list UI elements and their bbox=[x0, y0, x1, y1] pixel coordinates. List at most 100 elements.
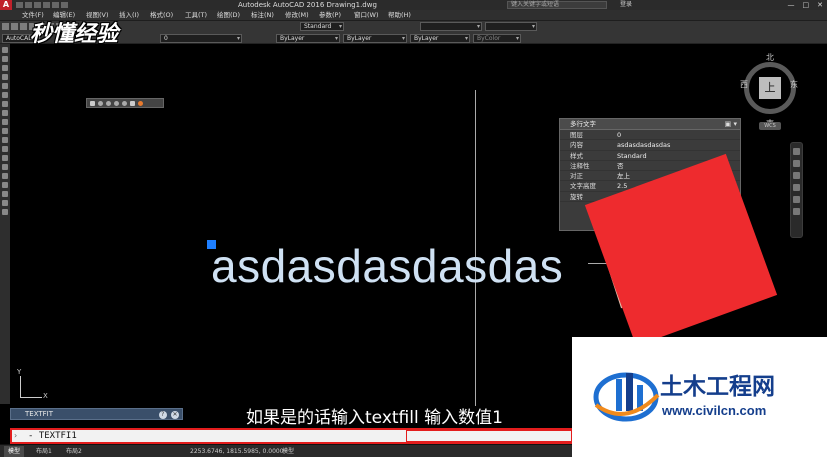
plotstyle-select[interactable]: ByColor bbox=[473, 34, 521, 43]
multiline-text-icon[interactable] bbox=[2, 209, 8, 215]
make-block-icon[interactable] bbox=[2, 155, 8, 161]
wcs-menu-button[interactable]: WCS bbox=[759, 122, 781, 130]
menu-edit[interactable]: 编辑(E) bbox=[53, 10, 75, 21]
undo-icon[interactable] bbox=[52, 2, 59, 8]
compass-north[interactable]: 北 bbox=[766, 52, 774, 63]
layer-on-icon[interactable] bbox=[98, 100, 103, 106]
command-head-buttons: ? ✕ bbox=[157, 409, 179, 419]
menu-format[interactable]: 格式(O) bbox=[150, 10, 173, 21]
layer-color-icon[interactable] bbox=[122, 100, 127, 106]
arc-icon[interactable] bbox=[2, 92, 8, 98]
compass-east[interactable]: 东 bbox=[790, 79, 798, 90]
command-history-title[interactable]: TEXTFIT ? ✕ bbox=[10, 408, 183, 420]
construction-line-icon[interactable] bbox=[2, 56, 8, 62]
ucs-icon: Y X bbox=[16, 368, 56, 402]
watermark-logo-top: 秒懂经验 bbox=[30, 22, 119, 47]
layer-state-icon[interactable] bbox=[90, 100, 95, 106]
quick-properties-title[interactable]: 多行文字 ▣ ▾ bbox=[560, 119, 740, 130]
save-icon[interactable] bbox=[34, 2, 41, 8]
line-tool-icon[interactable] bbox=[2, 47, 8, 53]
menu-window[interactable]: 窗口(W) bbox=[354, 10, 379, 21]
watermark-logo-box: 土木工程网 www.civilcn.com bbox=[572, 337, 827, 457]
search-input[interactable]: 键入关键字或短语 bbox=[507, 1, 607, 9]
coordinate-readout: 2253.6746, 1815.5985, 0.0000 bbox=[190, 448, 284, 455]
compass-west[interactable]: 西 bbox=[740, 79, 748, 90]
zoom-icon[interactable] bbox=[793, 172, 800, 179]
standard-toolbar: Standard bbox=[0, 21, 827, 33]
watermark-site-url: www.civilcn.com bbox=[662, 403, 767, 418]
maximize-button[interactable]: □ bbox=[803, 0, 810, 10]
color-select[interactable]: ByLayer bbox=[276, 34, 340, 43]
autocad-logo-icon[interactable]: A bbox=[0, 0, 12, 10]
command-input[interactable]: - TEXTFI1 bbox=[28, 431, 77, 441]
highlight-box bbox=[406, 430, 572, 442]
table-icon[interactable] bbox=[2, 200, 8, 206]
point-icon[interactable] bbox=[2, 164, 8, 170]
close-button[interactable]: ✕ bbox=[817, 0, 823, 10]
layer-freeze-icon[interactable] bbox=[106, 100, 111, 106]
civilcn-logo-icon bbox=[593, 372, 660, 422]
tab-model[interactable]: 模型 bbox=[4, 446, 25, 457]
spline-icon[interactable] bbox=[2, 119, 8, 125]
hatch-icon[interactable] bbox=[2, 173, 8, 179]
open-file-icon[interactable] bbox=[25, 2, 32, 8]
login-button[interactable]: 登录 bbox=[620, 0, 632, 10]
linetype-select[interactable]: ByLayer bbox=[343, 34, 407, 43]
showmotion-icon[interactable] bbox=[793, 196, 800, 203]
property-row[interactable]: 内容 asdasdasdasdas bbox=[560, 140, 740, 151]
menu-help[interactable]: 帮助(H) bbox=[388, 10, 411, 21]
lineweight-select[interactable]: ByLayer bbox=[410, 34, 470, 43]
viewcube-top-face[interactable]: 上 bbox=[759, 77, 781, 99]
menu-draw[interactable]: 绘图(D) bbox=[217, 10, 240, 21]
menu-tools[interactable]: 工具(T) bbox=[185, 10, 207, 21]
revision-cloud-icon[interactable] bbox=[2, 110, 8, 116]
mtext-object[interactable]: asdasdasdasdas bbox=[211, 240, 563, 292]
quick-properties-buttons[interactable]: ▣ ▾ bbox=[725, 119, 737, 130]
insert-block-icon[interactable] bbox=[2, 146, 8, 152]
polygon-icon[interactable] bbox=[2, 74, 8, 80]
model-space-toggle[interactable]: 模型 bbox=[282, 446, 294, 457]
menu-insert[interactable]: 插入(I) bbox=[119, 10, 139, 21]
property-row[interactable]: 图层 0 bbox=[560, 130, 740, 141]
dim-style-select[interactable] bbox=[420, 22, 482, 31]
menu-parametric[interactable]: 参数(P) bbox=[319, 10, 341, 21]
menu-modify[interactable]: 修改(M) bbox=[285, 10, 309, 21]
quick-access-toolbar bbox=[16, 2, 68, 8]
gradient-icon[interactable] bbox=[2, 182, 8, 188]
orbit-icon[interactable] bbox=[793, 184, 800, 191]
menu-dimension[interactable]: 标注(N) bbox=[251, 10, 274, 21]
navbar-menu-icon[interactable] bbox=[793, 208, 800, 215]
layer-properties-icon[interactable] bbox=[130, 100, 135, 106]
rectangle-icon[interactable] bbox=[2, 83, 8, 89]
tab-layout1[interactable]: 布局1 bbox=[32, 446, 56, 457]
viewcube[interactable]: 上 北 南 东 西 bbox=[738, 50, 804, 130]
layer-previous-icon[interactable] bbox=[138, 100, 143, 106]
pan-icon[interactable] bbox=[793, 160, 800, 167]
layer-lock-icon[interactable] bbox=[114, 100, 119, 106]
layers-toolbar: AutoCAD 0 ByLayer ByLayer ByLayer ByColo… bbox=[0, 33, 827, 44]
text-style-select[interactable]: Standard bbox=[300, 22, 344, 31]
circle-icon[interactable] bbox=[2, 101, 8, 107]
polyline-icon[interactable] bbox=[2, 65, 8, 71]
minimize-button[interactable]: — bbox=[788, 0, 795, 10]
close-icon[interactable]: ✕ bbox=[171, 411, 179, 419]
region-icon[interactable] bbox=[2, 191, 8, 197]
tab-layout2[interactable]: 布局2 bbox=[62, 446, 86, 457]
watermark-site-name: 土木工程网 bbox=[660, 374, 775, 400]
ellipse-arc-icon[interactable] bbox=[2, 137, 8, 143]
menu-file[interactable]: 文件(F) bbox=[22, 10, 44, 21]
steering-wheel-icon[interactable] bbox=[793, 148, 800, 155]
redo-icon[interactable] bbox=[61, 2, 68, 8]
help-icon[interactable]: ? bbox=[158, 411, 167, 419]
new-icon[interactable] bbox=[2, 23, 9, 30]
layer-select[interactable]: 0 bbox=[160, 34, 242, 43]
open-icon[interactable] bbox=[11, 23, 18, 30]
save-icon[interactable] bbox=[20, 23, 27, 30]
command-prompt-icon[interactable]: › bbox=[14, 430, 26, 442]
ellipse-icon[interactable] bbox=[2, 128, 8, 134]
floating-layer-toolbar bbox=[86, 98, 164, 108]
print-icon[interactable] bbox=[43, 2, 50, 8]
table-style-select[interactable] bbox=[485, 22, 537, 31]
new-file-icon[interactable] bbox=[16, 2, 23, 8]
menu-view[interactable]: 视图(V) bbox=[86, 10, 109, 21]
